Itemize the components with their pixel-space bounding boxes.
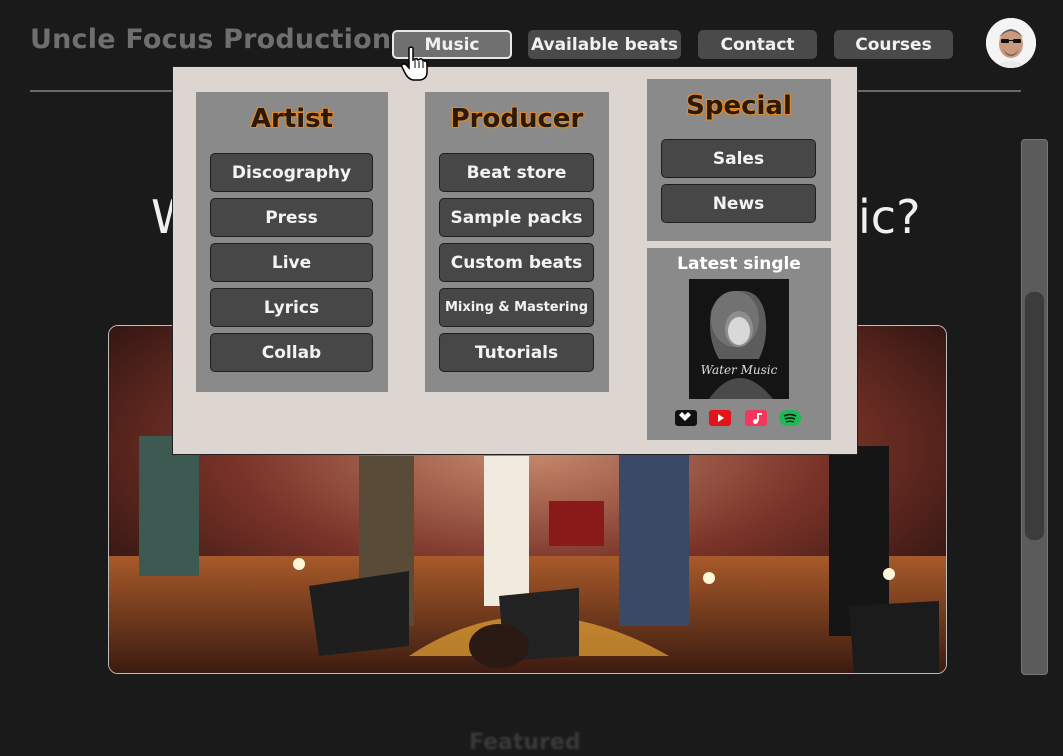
apple-music-icon[interactable] [745,410,767,426]
user-avatar[interactable] [986,18,1036,68]
hand-cursor-icon [400,46,430,86]
menu-beat-store-button[interactable]: Beat store [439,153,594,192]
youtube-icon[interactable] [709,410,731,426]
menu-press-button[interactable]: Press [210,198,373,237]
menu-mixing-mastering-button[interactable]: Mixing & Mastering [439,288,594,327]
nav-courses-button[interactable]: Courses [834,30,953,59]
menu-tutorials-button[interactable]: Tutorials [439,333,594,372]
menu-live-button[interactable]: Live [210,243,373,282]
single-title-text: Water Music [700,363,778,377]
scrollbar[interactable] [1021,139,1048,675]
hero-heading-right: ic? [858,190,921,244]
menu-collab-button[interactable]: Collab [210,333,373,372]
music-dropdown-menu: Artist Discography Press Live Lyrics Col… [172,66,858,455]
menu-lyrics-button[interactable]: Lyrics [210,288,373,327]
spotify-icon[interactable] [779,410,801,426]
special-column: Special Sales News [647,79,831,241]
nav-contact-button[interactable]: Contact [698,30,817,59]
scrollbar-thumb[interactable] [1025,292,1044,540]
latest-single-panel: Latest single Water Music [647,248,831,440]
producer-title: Producer [450,104,584,134]
special-title: Special [686,91,792,121]
menu-sales-button[interactable]: Sales [661,139,816,178]
single-cover-art[interactable]: Water Music [689,279,789,399]
artist-column: Artist Discography Press Live Lyrics Col… [196,92,388,392]
menu-sample-packs-button[interactable]: Sample packs [439,198,594,237]
menu-news-button[interactable]: News [661,184,816,223]
site-logo[interactable]: Uncle Focus Productions [30,24,408,55]
producer-column: Producer Beat store Sample packs Custom … [425,92,609,392]
latest-single-title: Latest single [677,254,801,274]
nav-available-beats-button[interactable]: Available beats [528,30,681,59]
featured-heading: Featured [469,730,581,755]
menu-custom-beats-button[interactable]: Custom beats [439,243,594,282]
artist-title: Artist [250,104,334,134]
menu-discography-button[interactable]: Discography [210,153,373,192]
tidal-icon[interactable] [675,410,697,426]
